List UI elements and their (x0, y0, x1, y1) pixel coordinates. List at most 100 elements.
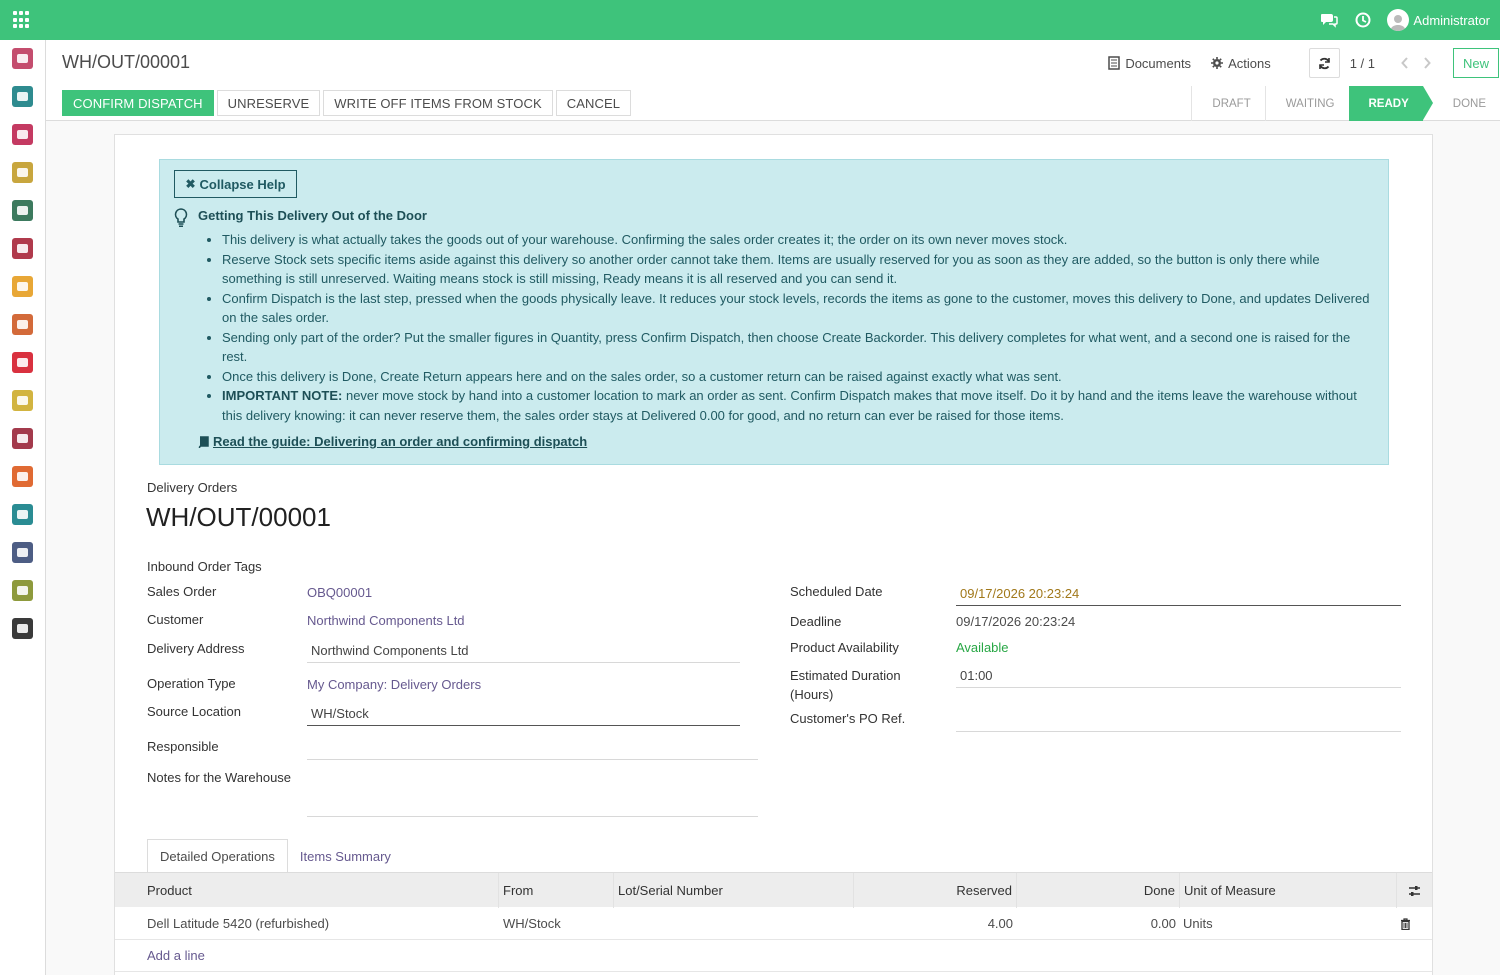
help-bullet: Reserve Stock sets specific items aside … (222, 250, 1372, 289)
marketing-icon[interactable] (12, 352, 33, 373)
app-sidebar (0, 40, 46, 975)
column-uom[interactable]: Unit of Measure (1180, 873, 1397, 908)
status-draft[interactable]: Draft (1191, 86, 1264, 121)
contacts-icon[interactable] (12, 86, 33, 107)
documents-button[interactable]: Documents (1108, 56, 1191, 71)
notebook-tabs: Detailed Operations Items Summary (147, 839, 403, 873)
inventory-icon[interactable] (12, 200, 33, 221)
scheduled-date-label: Scheduled Date (790, 584, 883, 599)
operation-type-label: Operation Type (147, 676, 236, 691)
notes-field[interactable] (307, 772, 758, 817)
messaging-icon[interactable] (1319, 10, 1339, 30)
tags-label: Inbound Order Tags (147, 559, 262, 574)
delivery-truck-icon[interactable] (12, 428, 33, 449)
deadline-label: Deadline (790, 614, 842, 629)
customer-label: Customer (147, 612, 204, 627)
column-product[interactable]: Product (115, 873, 499, 908)
status-bar: Draft Waiting Ready Done (1191, 86, 1500, 121)
table-footer (115, 971, 1432, 975)
gear-icon (1211, 57, 1224, 69)
pager-next-icon[interactable] (1419, 55, 1435, 71)
user-name: Administrator (1413, 12, 1490, 28)
breadcrumb: WH/OUT/00001 (62, 52, 191, 72)
new-record-button[interactable]: New (1453, 48, 1499, 78)
fleet-icon[interactable] (12, 542, 33, 563)
help-bullets: This delivery is what actually takes the… (222, 230, 1372, 425)
sales-order-link[interactable]: OBQ00001 (307, 585, 372, 600)
operations-table-header: Product From Lot/Serial Number Reserved … (115, 872, 1432, 908)
operation-type-link[interactable]: My Company: Delivery Orders (307, 677, 481, 692)
important-label: IMPORTANT NOTE: (222, 388, 343, 403)
top-navbar: Administrator (0, 0, 1500, 40)
column-reserved[interactable]: Reserved (854, 873, 1017, 908)
duration-label: Estimated Duration (Hours) (790, 668, 901, 702)
responsible-field[interactable] (307, 740, 758, 760)
documents-icon[interactable] (12, 390, 33, 411)
unreserve-button[interactable]: Unreserve (216, 90, 321, 116)
website-icon[interactable] (12, 466, 33, 487)
close-icon: ✖ (185, 177, 196, 191)
customer-link[interactable]: Northwind Components Ltd (307, 613, 465, 628)
pager-previous-icon[interactable] (1397, 55, 1413, 71)
activity-clock-icon[interactable] (1353, 10, 1373, 30)
column-lot-serial[interactable]: Lot/Serial Number (614, 873, 854, 908)
optional-columns-icon[interactable] (1397, 873, 1432, 908)
help-bullet: Confirm Dispatch is the last step, press… (222, 289, 1372, 328)
apps-menu-icon[interactable] (13, 11, 31, 29)
employees-icon[interactable] (12, 504, 33, 525)
duration-field[interactable]: 01:00 (956, 668, 1401, 688)
tab-detailed-operations[interactable]: Detailed Operations (147, 839, 288, 873)
book-icon (198, 435, 209, 448)
write-off-button[interactable]: Write off items from stock (323, 90, 553, 116)
row-done: 0.00 (1150, 916, 1176, 931)
settings-icon[interactable] (12, 618, 33, 639)
help-bullet-important: IMPORTANT NOTE: never move stock by hand… (222, 386, 1372, 425)
purchase-icon[interactable] (12, 276, 33, 297)
invoicing-icon[interactable] (12, 314, 33, 335)
reload-button[interactable] (1308, 48, 1340, 78)
tab-items-summary[interactable]: Items Summary (288, 839, 403, 873)
deadline-value: 09/17/2026 20:23:24 (956, 614, 1076, 629)
user-menu[interactable]: Administrator (1387, 9, 1490, 31)
responsible-label: Responsible (147, 739, 219, 754)
help-bullet: Once this delivery is Done, Create Retur… (222, 367, 1372, 387)
source-location-field[interactable]: WH/Stock (307, 706, 740, 726)
collapse-help-button[interactable]: ✖ Collapse Help (174, 170, 297, 198)
cancel-button[interactable]: Cancel (555, 90, 632, 116)
pager-value[interactable]: 1 / 1 (1350, 56, 1375, 71)
important-text: never move stock by hand into a customer… (222, 388, 1357, 423)
dashboard-icon[interactable] (12, 48, 33, 69)
status-waiting[interactable]: Waiting (1264, 86, 1349, 121)
status-ready[interactable]: Ready (1348, 86, 1434, 121)
po-ref-label: Customer's PO Ref. (790, 711, 906, 726)
guide-link[interactable]: Read the guide: Delivering an order and … (198, 434, 587, 449)
column-done[interactable]: Done (1017, 873, 1180, 908)
delivery-address-label: Delivery Address (147, 641, 245, 656)
po-ref-field[interactable] (956, 712, 1401, 732)
user-settings-icon[interactable] (12, 580, 33, 601)
avatar (1387, 9, 1410, 31)
column-from[interactable]: From (499, 873, 614, 908)
status-done[interactable]: Done (1433, 86, 1500, 121)
discuss-icon[interactable] (12, 124, 33, 145)
calendar-icon[interactable] (12, 162, 33, 183)
control-panel: WH/OUT/00001 Documents Actions 1 / 1 New… (46, 40, 1500, 121)
add-line-link[interactable]: Add a line (147, 948, 205, 963)
scheduled-date-field[interactable]: 09/17/2026 20:23:24 (956, 586, 1401, 606)
table-row[interactable]: Dell Latitude 5420 (refurbished) WH/Stoc… (115, 907, 1432, 940)
help-bullet: Sending only part of the order? Put the … (222, 328, 1372, 367)
availability-value: Available (956, 640, 1009, 655)
lightbulb-icon (174, 208, 188, 228)
delete-row-icon[interactable] (1398, 907, 1413, 940)
notes-label: Notes for the Warehouse (147, 770, 292, 785)
actions-button[interactable]: Actions (1211, 56, 1271, 71)
model-label: Delivery Orders (147, 480, 238, 495)
delivery-address-field[interactable]: Northwind Components Ltd (307, 643, 740, 663)
stock-box-icon[interactable] (12, 238, 33, 259)
row-from: WH/Stock (503, 916, 561, 931)
help-bullet: This delivery is what actually takes the… (222, 230, 1372, 250)
source-location-label: Source Location (147, 704, 241, 719)
confirm-dispatch-button[interactable]: Confirm Dispatch (62, 90, 214, 116)
help-panel: ✖ Collapse Help Getting This Delivery Ou… (159, 159, 1389, 465)
availability-label: Product Availability (790, 640, 899, 655)
